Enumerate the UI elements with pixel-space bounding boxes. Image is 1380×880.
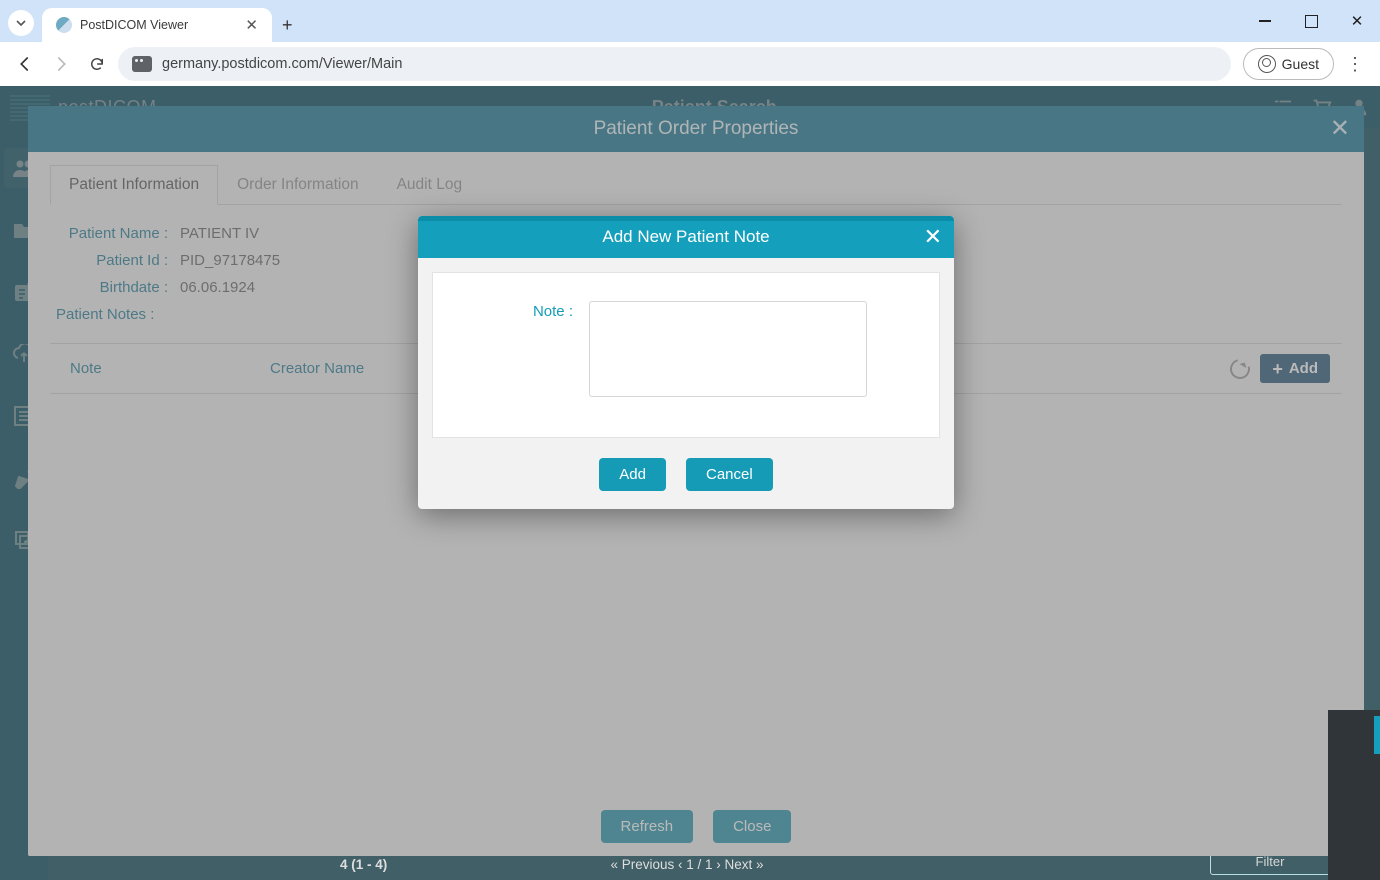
nav-reload-button[interactable]	[82, 49, 112, 79]
note-cancel-button[interactable]: Cancel	[686, 458, 773, 491]
window-titlebar: PostDICOM Viewer ✕ +	[0, 0, 1380, 42]
new-tab-button[interactable]: +	[282, 15, 293, 36]
app-viewport: postDICOM Patient Search	[0, 86, 1380, 880]
browser-tab[interactable]: PostDICOM Viewer ✕	[42, 8, 272, 42]
window-minimize-button[interactable]	[1242, 0, 1288, 42]
window-close-button[interactable]	[1334, 0, 1380, 42]
guest-label: Guest	[1282, 56, 1319, 72]
window-maximize-button[interactable]	[1288, 0, 1334, 42]
note-dialog-close-button[interactable]: ✕	[924, 224, 942, 250]
filter-button: Filter	[1210, 853, 1330, 875]
nav-forward-button[interactable]	[46, 49, 76, 79]
tab-dropdown-button[interactable]	[8, 10, 34, 36]
tab-title: PostDICOM Viewer	[80, 18, 237, 32]
url-text: germany.postdicom.com/Viewer/Main	[162, 56, 402, 72]
note-add-button[interactable]: Add	[599, 458, 666, 491]
profile-guest-button[interactable]: Guest	[1243, 48, 1334, 80]
note-dialog-title: Add New Patient Note	[602, 227, 769, 247]
add-patient-note-dialog: Add New Patient Note ✕ Note : Add Cancel	[418, 216, 954, 509]
results-count: 4 (1 - 4)	[340, 857, 387, 872]
address-bar: germany.postdicom.com/Viewer/Main Guest …	[0, 42, 1380, 86]
side-panel-peek	[1328, 710, 1380, 880]
browser-menu-button[interactable]: ⋮	[1340, 54, 1370, 75]
note-field-label: Note :	[453, 301, 573, 397]
site-settings-icon[interactable]	[132, 56, 152, 72]
results-pager: « Previous ‹ 1 / 1 › Next »	[610, 857, 763, 872]
note-dialog-header: Add New Patient Note ✕	[418, 216, 954, 258]
favicon-icon	[56, 17, 72, 33]
tab-close-button[interactable]: ✕	[245, 16, 258, 34]
person-icon	[1258, 55, 1276, 73]
address-input[interactable]: germany.postdicom.com/Viewer/Main	[118, 47, 1231, 81]
nav-back-button[interactable]	[10, 49, 40, 79]
note-textarea[interactable]	[589, 301, 867, 397]
